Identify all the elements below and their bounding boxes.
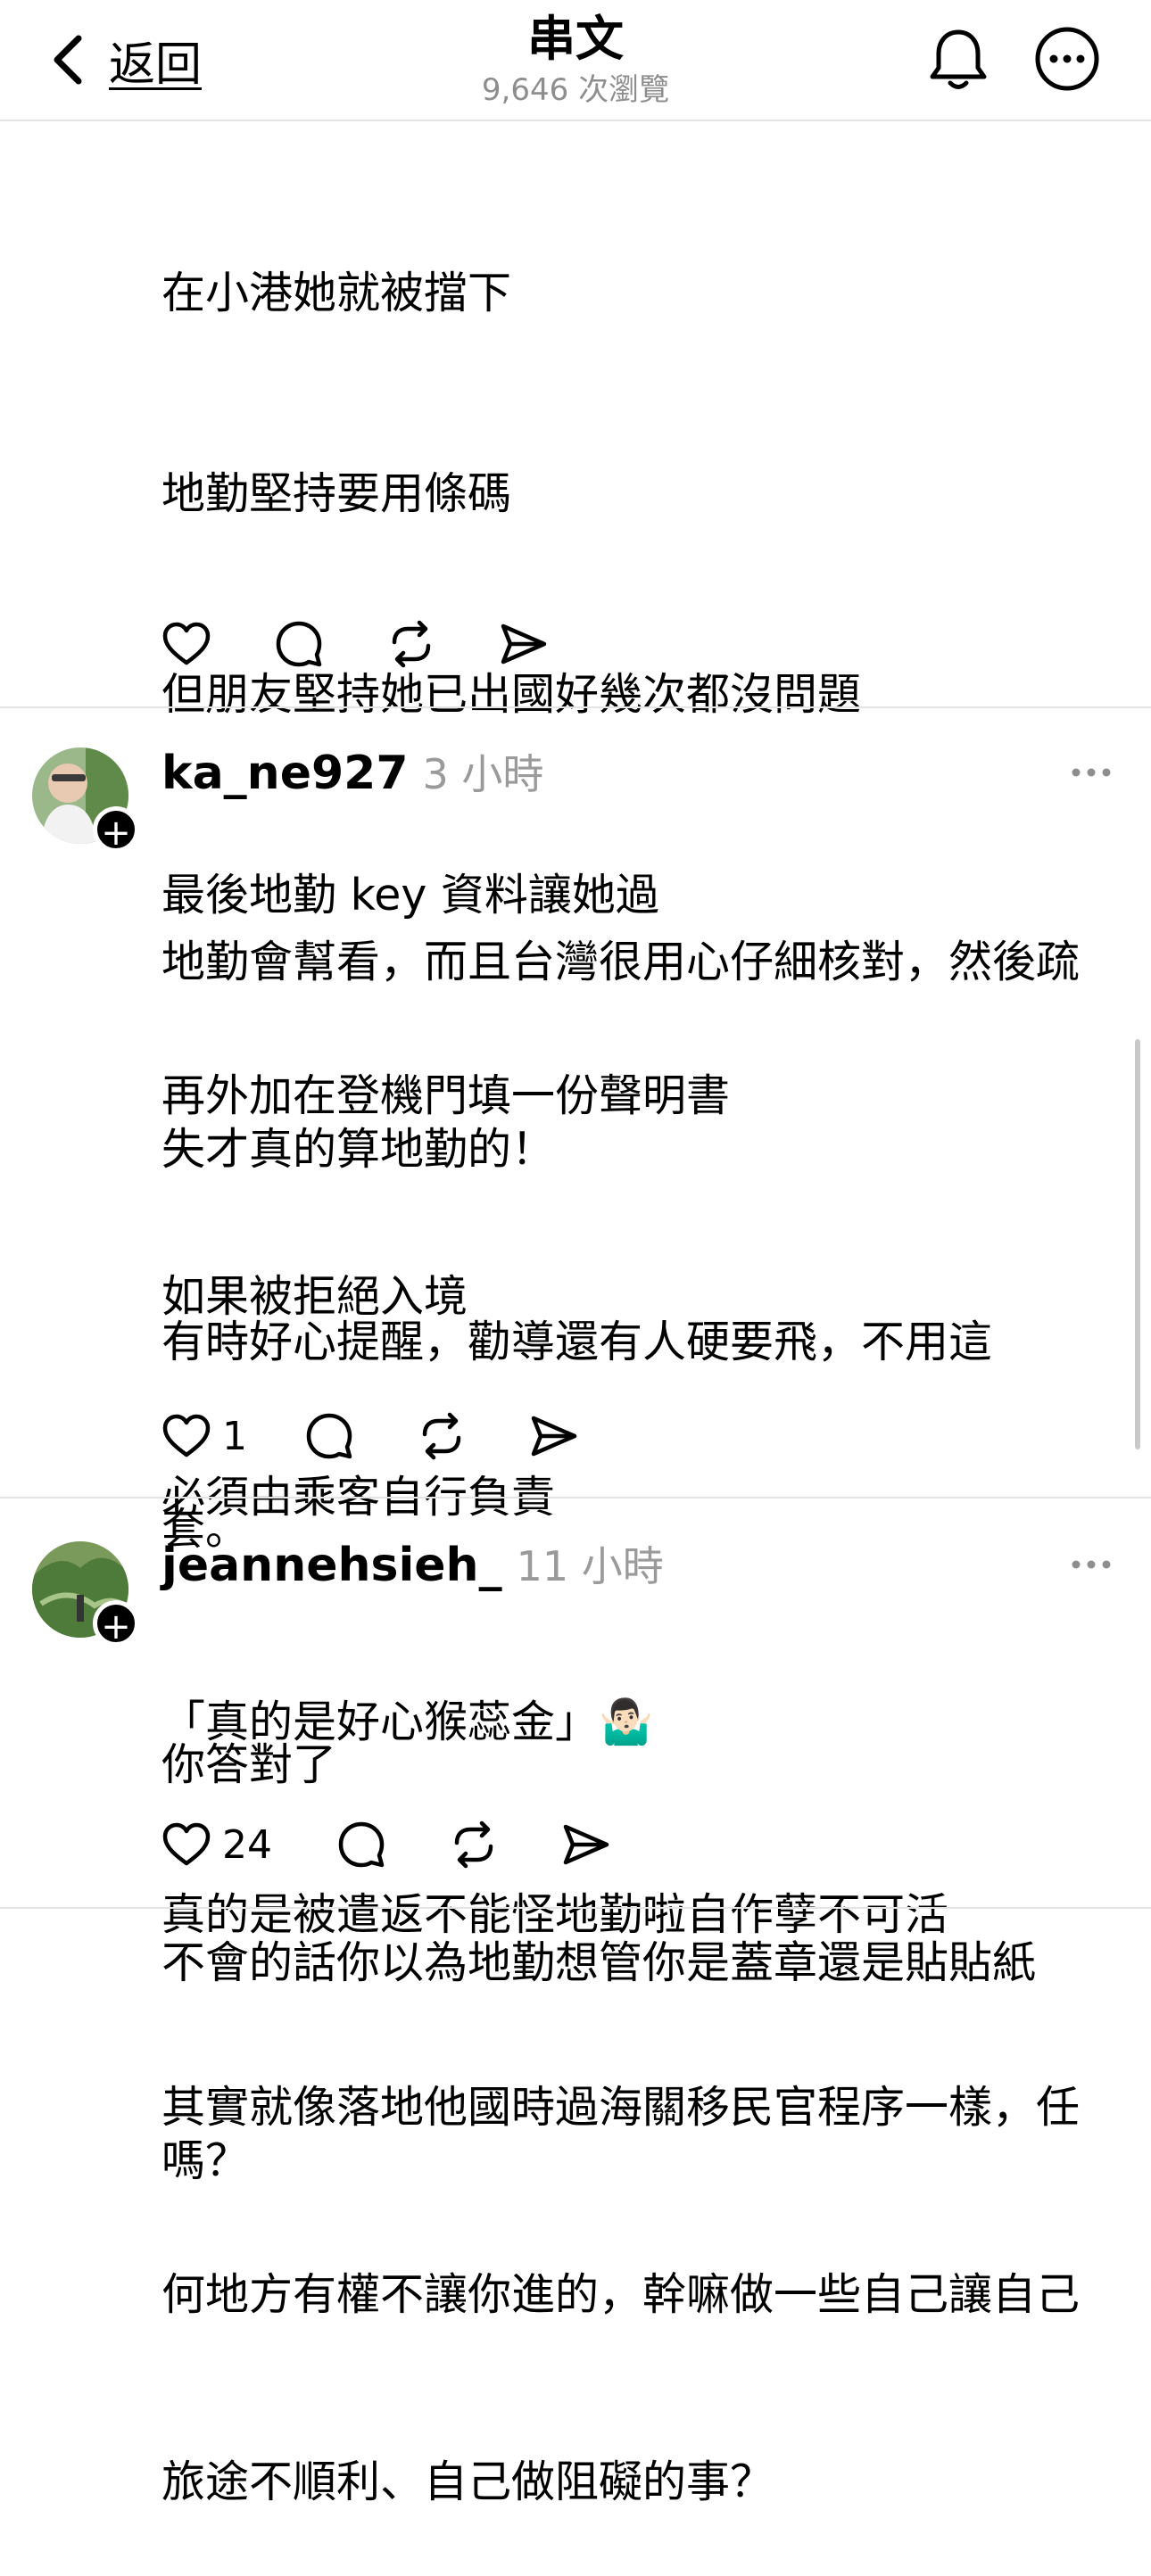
- comment-line: 嗎？: [161, 2135, 250, 2186]
- avatar[interactable]: +: [32, 747, 139, 854]
- comment-icon: [338, 1821, 385, 1868]
- like-count: 24: [222, 1821, 272, 1868]
- comment-actions: 24: [161, 1818, 611, 1871]
- comment-line: 旅途不順利、自己做阻礙的事？: [161, 2456, 774, 2507]
- comment-username[interactable]: jeannehsieh_: [161, 1539, 502, 1592]
- send-icon: [563, 1824, 609, 1865]
- divider: [0, 1907, 1151, 1909]
- comment-icon: [276, 621, 322, 667]
- divider: [0, 706, 1151, 708]
- top-bar: 返回 串文 9,646 次瀏覽: [0, 0, 1151, 121]
- comment-button[interactable]: [304, 1409, 417, 1463]
- comment-line: 不會的話你以為地勤想管你是蓋章還是貼貼紙: [161, 1937, 1037, 1988]
- like-count: 1: [222, 1413, 247, 1459]
- follow-plus-icon[interactable]: +: [93, 806, 139, 854]
- comment-time: 11 小時: [516, 1542, 664, 1590]
- comment-line: 有時好心提醒，勸導還有人硬要飛，不用這: [161, 1317, 993, 1367]
- post-line: 但朋友堅持她已出國好幾次都沒問題: [161, 669, 862, 720]
- like-button[interactable]: [161, 617, 274, 671]
- scrollbar[interactable]: [1135, 1039, 1140, 1449]
- send-icon: [531, 1416, 577, 1457]
- heart-icon: [162, 1414, 211, 1457]
- more-dots-icon[interactable]: [1069, 1556, 1114, 1573]
- comment-line: 你答對了: [161, 1739, 337, 1790]
- comment-actions: 1: [161, 1409, 579, 1463]
- more-dots-icon[interactable]: [1069, 764, 1114, 781]
- repost-icon: [422, 1412, 461, 1460]
- repost-button[interactable]: [386, 617, 499, 671]
- like-button[interactable]: 24: [161, 1818, 336, 1871]
- heart-icon: [162, 622, 211, 665]
- more-circle-icon[interactable]: [1033, 25, 1101, 93]
- like-button[interactable]: 1: [161, 1409, 304, 1463]
- post-actions: [161, 617, 549, 671]
- send-icon: [501, 623, 547, 665]
- comment-line: 地勤會幫看，而且台灣很用心仔細核對，然後疏: [161, 937, 1081, 987]
- post-line: 地勤堅持要用條碼: [161, 468, 512, 519]
- comment-line: 失才真的算地勤的！: [161, 1124, 556, 1175]
- bell-icon[interactable]: [928, 27, 989, 93]
- comment-icon: [306, 1413, 352, 1459]
- share-button[interactable]: [561, 1818, 611, 1871]
- heart-icon: [162, 1822, 211, 1866]
- comment-line: 何地方有權不讓你進的，幹嘛做一些自己讓自己: [161, 2269, 1081, 2320]
- share-button[interactable]: [529, 1409, 579, 1463]
- comment-button[interactable]: [274, 617, 386, 671]
- comment-header: jeannehsieh_ 11 小時: [161, 1534, 664, 1593]
- comment-header: ka_ne927 3 小時: [161, 742, 543, 801]
- comment-body: 你答對了 不會的話你以為地勤想管你是蓋章還是貼貼紙 嗎？: [161, 1600, 1107, 2260]
- divider: [0, 1497, 1151, 1499]
- post-line: 在小港她就被擋下: [161, 268, 512, 318]
- comment-username[interactable]: ka_ne927: [161, 747, 409, 800]
- repost-button[interactable]: [417, 1409, 529, 1463]
- avatar[interactable]: +: [32, 1541, 139, 1647]
- comment-time: 3 小時: [422, 750, 544, 798]
- share-button[interactable]: [499, 617, 549, 671]
- repost-icon: [392, 620, 431, 668]
- repost-button[interactable]: [449, 1818, 561, 1871]
- repost-icon: [454, 1821, 493, 1869]
- follow-plus-icon[interactable]: +: [93, 1600, 139, 1647]
- comment-button[interactable]: [336, 1818, 449, 1871]
